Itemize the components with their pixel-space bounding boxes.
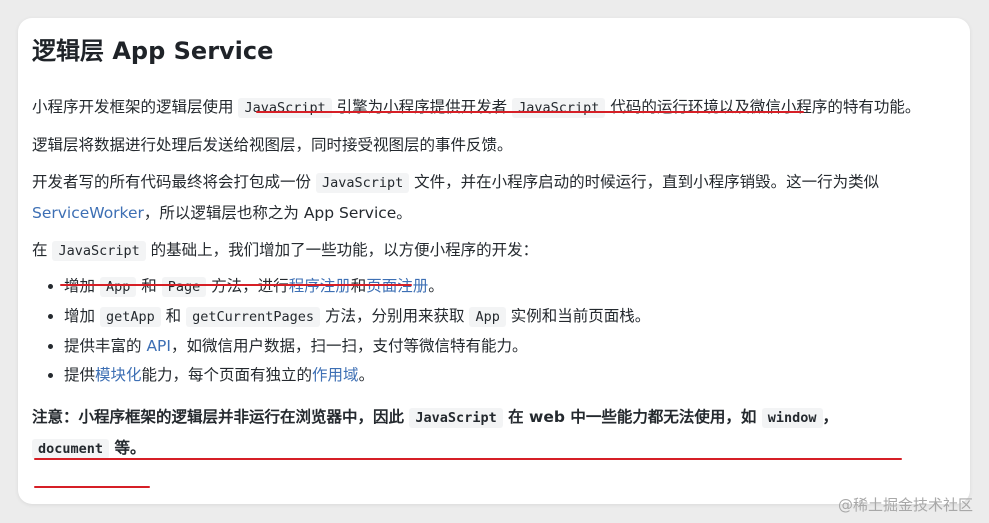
text: 提供丰富的 (64, 337, 142, 355)
inline-code: JavaScript (512, 98, 606, 118)
modularity-link[interactable]: 模块化 (95, 366, 142, 384)
text: 和 (141, 277, 157, 295)
list-item: 增加 getApp 和 getCurrentPages 方法，分别用来获取 Ap… (64, 302, 956, 332)
text: 方法，分别用来获取 (324, 307, 465, 325)
inline-code: getCurrentPages (186, 307, 321, 327)
feature-list: 增加 App 和 Page 方法，进行程序注册和页面注册。 增加 getApp … (32, 272, 956, 390)
page-register-link[interactable]: 页面注册 (366, 277, 428, 295)
inline-code: JavaScript (409, 408, 503, 428)
inline-code: Page (161, 277, 207, 297)
inline-code: JavaScript (238, 98, 332, 118)
red-underline-annotation (60, 284, 412, 286)
text: ，如微信用户数据，扫一扫，支付等微信特有能力。 (170, 337, 528, 355)
inline-code: window (761, 408, 823, 428)
text: 在 web 中一些能力都无法使用，如 (508, 408, 757, 426)
inline-code: JavaScript (52, 241, 146, 261)
list-item: 提供模块化能力，每个页面有独立的作用域。 (64, 361, 956, 390)
inline-code: App (469, 307, 506, 327)
inline-code: App (99, 277, 137, 297)
text: 在 (32, 241, 48, 259)
watermark: @稀土掘金技术社区 (837, 496, 973, 514)
text: 注意：小程序框架的逻辑层并非运行在浏览器中，因此 (32, 408, 405, 426)
text: 开发者写的所有代码最终将会打包成一份 (32, 173, 312, 191)
article-card: 逻辑层 App Service 小程序开发框架的逻辑层使用 JavaScript… (18, 18, 970, 504)
app-register-link[interactable]: 程序注册 (289, 277, 351, 295)
inline-code: getApp (99, 307, 161, 327)
note-paragraph: 注意：小程序框架的逻辑层并非运行在浏览器中，因此 JavaScript 在 we… (32, 402, 956, 464)
text: ， (822, 408, 839, 426)
text: 增加 (64, 277, 96, 295)
inline-code: JavaScript (315, 173, 410, 193)
text: 。 (358, 366, 375, 384)
inline-code: document (32, 439, 110, 459)
list-item: 提供丰富的 API，如微信用户数据，扫一扫，支付等微信特有能力。 (64, 332, 956, 361)
paragraph-intro: 小程序开发框架的逻辑层使用 JavaScript 引擎为小程序提供开发者 Jav… (32, 92, 956, 123)
text: 方法，进行 (211, 277, 289, 295)
text: 的基础上，我们增加了一些功能，以方便小程序的开发： (150, 241, 539, 259)
text: 等。 (114, 439, 146, 457)
text: 文件，并在小程序启动的时候运行，直到小程序销毁。这一行为类似 (414, 173, 880, 191)
red-underline-annotation (34, 486, 150, 488)
text: 代码的运行环境以及微信小程序的特有功能。 (610, 98, 921, 116)
scope-link[interactable]: 作用域 (312, 366, 359, 384)
paragraph-features-intro: 在 JavaScript 的基础上，我们增加了一些功能，以方便小程序的开发： (32, 235, 956, 266)
list-item: 增加 App 和 Page 方法，进行程序注册和页面注册。 (64, 272, 956, 302)
serviceworker-link[interactable]: ServiceWorker (32, 204, 144, 222)
page-title: 逻辑层 App Service (32, 37, 274, 65)
red-underline-annotation (34, 458, 902, 460)
text: 提供 (64, 366, 96, 384)
text: 小程序开发框架的逻辑层使用 (32, 98, 234, 116)
text: 能力，每个页面有独立的 (141, 366, 313, 384)
text: 实例和当前页面栈。 (510, 307, 651, 325)
red-underline-annotation (256, 111, 804, 113)
text: 引擎为小程序提供开发者 (336, 98, 508, 116)
api-link[interactable]: API (146, 337, 171, 355)
text: ，所以逻辑层也称之为 App Service。 (143, 204, 412, 222)
paragraph-packaging: 开发者写的所有代码最终将会打包成一份 JavaScript 文件，并在小程序启动… (32, 167, 956, 228)
paragraph-data-flow: 逻辑层将数据进行处理后发送给视图层，同时接受视图层的事件反馈。 (32, 136, 513, 154)
text: 和 (165, 307, 182, 325)
text: 。 (428, 277, 444, 295)
article-content: 逻辑层 App Service 小程序开发框架的逻辑层使用 JavaScript… (32, 36, 956, 464)
text: 增加 (64, 307, 96, 325)
text: 和 (350, 277, 367, 295)
